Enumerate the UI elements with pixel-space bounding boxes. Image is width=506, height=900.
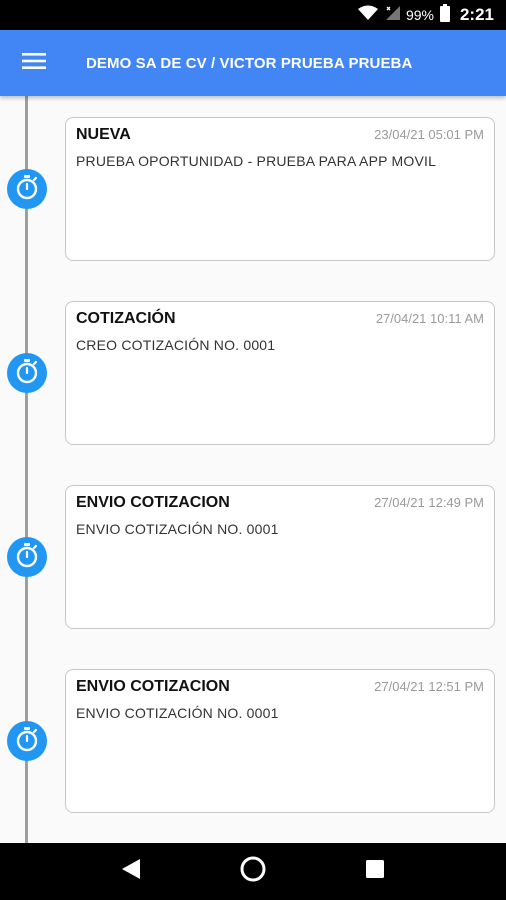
page-title: DEMO SA DE CV / VICTOR PRUEBA PRUEBA [86, 54, 413, 72]
stopwatch-icon [14, 174, 40, 205]
battery-percent: 99% [405, 7, 434, 23]
event-title: ENVIO COTIZACION [76, 494, 230, 511]
event-description: ENVIO COTIZACIÓN NO. 0001 [76, 705, 279, 721]
clock: 2:21 [459, 5, 494, 24]
timeline-event: ENVIO COTIZACION 27/04/21 12:51 PM ENVIO… [0, 669, 506, 813]
event-card[interactable]: COTIZACIÓN 27/04/21 10:11 AM CREO COTIZA… [65, 301, 495, 445]
back-icon [120, 857, 142, 886]
event-description: CREO COTIZACIÓN NO. 0001 [76, 337, 276, 353]
menu-button[interactable] [0, 30, 68, 96]
timeline-marker [7, 721, 47, 761]
timeline-event: NUEVA 23/04/21 05:01 PM PRUEBA OPORTUNID… [0, 117, 506, 261]
recents-icon [364, 858, 386, 885]
event-card[interactable]: NUEVA 23/04/21 05:01 PM PRUEBA OPORTUNID… [65, 117, 495, 261]
timeline-event: COTIZACIÓN 27/04/21 10:11 AM CREO COTIZA… [0, 301, 506, 445]
battery-icon [439, 3, 450, 27]
home-icon [239, 855, 267, 888]
system-nav-bar [0, 843, 506, 900]
wifi-icon [357, 5, 378, 26]
hamburger-icon [22, 52, 46, 75]
event-date: 27/04/21 12:49 PM [374, 495, 484, 510]
stopwatch-icon [14, 542, 40, 573]
timeline-marker [7, 353, 47, 393]
event-date: 27/04/21 10:11 AM [375, 311, 484, 326]
home-button[interactable] [228, 847, 278, 897]
event-title: NUEVA [76, 126, 131, 143]
event-card[interactable]: ENVIO COTIZACION 27/04/21 12:51 PM ENVIO… [65, 669, 495, 813]
stopwatch-icon [14, 358, 40, 389]
event-date: 23/04/21 05:01 PM [374, 127, 484, 142]
stopwatch-icon [14, 726, 40, 757]
timeline[interactable]: NUEVA 23/04/21 05:01 PM PRUEBA OPORTUNID… [0, 96, 506, 843]
back-button[interactable] [106, 847, 156, 897]
timeline-marker [7, 537, 47, 577]
event-description: ENVIO COTIZACIÓN NO. 0001 [76, 521, 279, 537]
recents-button[interactable] [350, 847, 400, 897]
status-bar: 99% 2:21 [0, 0, 506, 30]
event-title: COTIZACIÓN [76, 310, 176, 327]
timeline-marker [7, 169, 47, 209]
timeline-event: ENVIO COTIZACION 27/04/21 12:49 PM ENVIO… [0, 485, 506, 629]
app-bar: DEMO SA DE CV / VICTOR PRUEBA PRUEBA [0, 30, 506, 96]
event-description: PRUEBA OPORTUNIDAD - PRUEBA PARA APP MOV… [76, 153, 437, 169]
event-date: 27/04/21 12:51 PM [374, 679, 484, 694]
event-card[interactable]: ENVIO COTIZACION 27/04/21 12:49 PM ENVIO… [65, 485, 495, 629]
event-title: ENVIO COTIZACION [76, 678, 230, 695]
signal-icon [384, 5, 400, 26]
